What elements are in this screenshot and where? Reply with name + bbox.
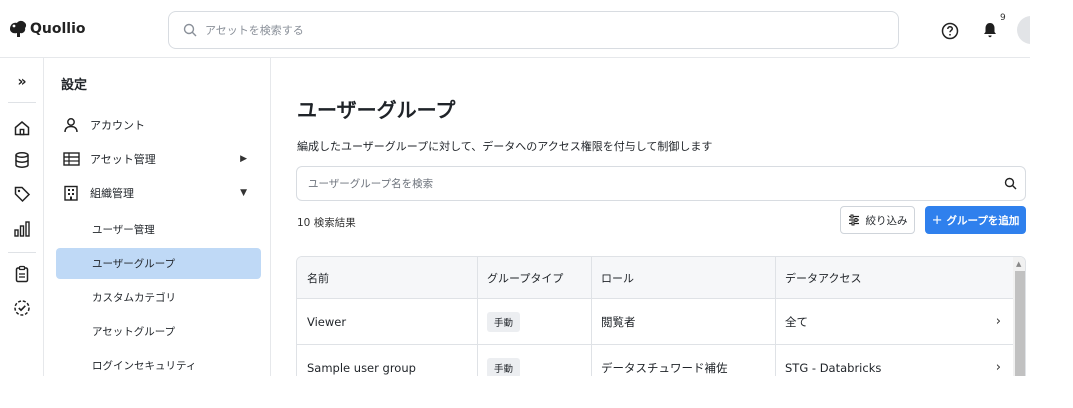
column-header-role[interactable]: ロール [591,257,775,298]
home-icon[interactable] [12,118,32,138]
quollio-logo-icon [10,20,27,37]
notification-count-badge: 9 [1000,13,1006,23]
sidebar-item-asset-management[interactable]: アセット管理 ▶ [56,144,261,174]
building-icon [62,184,80,202]
settings-sidebar: 設定 アカウント アセット管理 ▶ 組織管理 ▼ ユーザー管理 ユーザーグループ… [44,58,271,376]
sidebar-subitem-login-security[interactable]: ログインセキュリティ [56,350,261,376]
sidebar-subitem-user-groups[interactable]: ユーザーグループ [56,248,261,279]
logo-text: Quollio [30,21,86,37]
table-icon [62,150,80,168]
group-type-badge: 手動 [487,357,521,376]
sidebar-item-label: 組織管理 [90,187,134,200]
column-header-data-access[interactable]: データアクセス [775,257,1013,298]
column-header-name[interactable]: 名前 [297,257,477,298]
chevron-right-icon[interactable]: › [996,345,1001,376]
table-row[interactable]: Sample user group 手動 データスチュワード補佐 STG - D… [297,345,1013,376]
search-icon [183,23,197,37]
chevron-down-icon: ▼ [240,188,247,198]
plus-icon: + [931,212,943,228]
scroll-up-arrow-icon[interactable]: ▲ [1016,260,1021,268]
avatar[interactable] [1017,16,1030,44]
sidebar-title: 設定 [61,78,88,93]
chevron-right-icon[interactable]: › [996,299,1001,344]
column-header-group-type[interactable]: グループタイプ [477,257,591,298]
table-header: 名前 グループタイプ ロール データアクセス [297,257,1013,299]
cell-group-type: 手動 [477,345,591,376]
chevron-right-icon: ▶ [240,154,247,164]
group-search-input[interactable]: ユーザーグループ名を検索 [296,166,1026,201]
user-group-table: 名前 グループタイプ ロール データアクセス Viewer 手動 閲覧者 全て … [296,256,1026,376]
filter-button[interactable]: 絞り込み [840,206,915,234]
add-group-button-label: グループを追加 [946,214,1020,227]
main-content: ユーザーグループ 編成したユーザーグループに対して、データへのアクセス権限を付与… [271,58,1030,376]
sidebar-item-organization[interactable]: 組織管理 ▼ [56,178,261,208]
cell-group-type: 手動 [477,299,591,344]
sidebar-subitem-custom-category[interactable]: カスタムカテゴリ [56,282,261,313]
person-icon [62,116,80,134]
add-group-button[interactable]: + グループを追加 [925,206,1026,234]
tag-icon[interactable] [12,184,32,204]
app-window: Quollio アセットを検索する 9 » 設定 アカウント アセット管理 ▶ … [0,0,1030,376]
filter-button-label: 絞り込み [865,214,908,227]
bell-icon[interactable] [981,21,999,39]
result-count: 10 検索結果 [297,217,356,229]
search-icon[interactable] [1004,177,1017,190]
cell-name: Viewer [307,314,347,329]
page-title: ユーザーグループ [297,98,456,122]
cell-data-access: 全て [785,314,808,329]
help-icon[interactable] [941,22,959,40]
sidebar-item-account[interactable]: アカウント [56,110,261,140]
sidebar-item-label: アカウント [90,119,145,132]
cell-data-access: STG - Databricks [785,360,882,375]
rail-divider [8,102,36,103]
rail-divider [8,252,36,253]
icon-rail: » [0,58,44,376]
check-circle-icon[interactable] [12,298,32,318]
sidebar-item-label: アセット管理 [90,153,156,166]
cell-name: Sample user group [307,360,416,375]
table-scrollbar-thumb[interactable] [1015,271,1025,376]
top-bar: Quollio アセットを検索する 9 [0,0,1030,58]
chart-icon[interactable] [12,219,32,239]
global-search-placeholder: アセットを検索する [205,24,304,37]
group-type-badge: 手動 [487,311,521,332]
table-row[interactable]: Viewer 手動 閲覧者 全て › [297,299,1013,345]
clipboard-icon[interactable] [12,264,32,284]
group-search-placeholder: ユーザーグループ名を検索 [308,178,434,190]
global-search-input[interactable]: アセットを検索する [168,11,899,49]
page-description: 編成したユーザーグループに対して、データへのアクセス権限を付与して制御します [297,140,713,153]
cell-role: 閲覧者 [601,314,636,329]
database-icon[interactable] [12,150,32,170]
sidebar-subitem-user-management[interactable]: ユーザー管理 [56,214,261,245]
sidebar-subitem-asset-group[interactable]: アセットグループ [56,316,261,347]
expand-icon[interactable]: » [12,72,32,92]
cell-role: データスチュワード補佐 [601,360,728,375]
logo[interactable]: Quollio [8,20,86,38]
filter-sliders-icon [848,214,859,226]
